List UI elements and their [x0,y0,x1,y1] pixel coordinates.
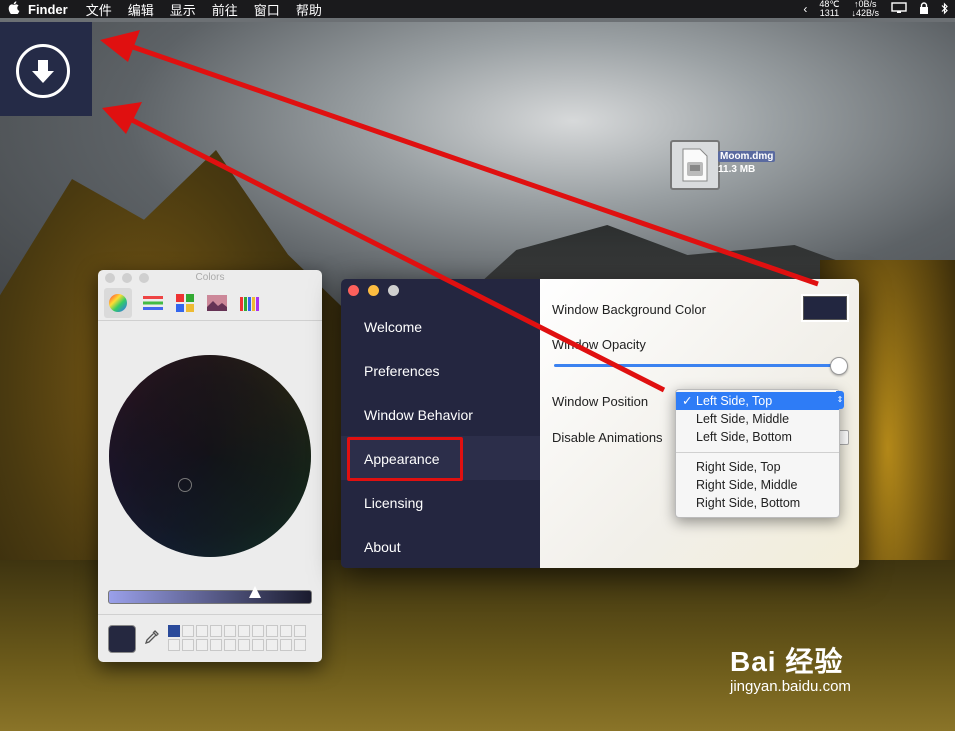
swatch-cell[interactable] [280,625,292,637]
menu-window[interactable]: 窗口 [254,0,280,19]
swatch-cell[interactable] [196,625,208,637]
swatch-cell[interactable] [266,639,278,651]
swatch-cell[interactable] [252,639,264,651]
nav-window-behavior[interactable]: Window Behavior [364,407,473,423]
color-wheel[interactable] [109,355,311,557]
swatch-cell[interactable] [168,625,180,637]
eyedropper-icon[interactable] [144,629,160,648]
apple-menu-icon[interactable] [0,1,28,17]
dmg-file-icon[interactable] [670,140,720,190]
position-label: Window Position [552,394,649,409]
colors-title: Colors [195,272,225,283]
swatch-cell[interactable] [210,625,222,637]
color-sliders-tab[interactable] [142,292,164,314]
swatch-cell[interactable] [280,639,292,651]
menu-app-name[interactable]: Finder [28,2,68,17]
brightness-slider-knob[interactable] [249,586,261,598]
position-option-left-middle[interactable]: Left Side, Middle [676,410,839,428]
dropdown-stepper-icon[interactable]: ⇕ [836,391,844,409]
colors-panel: Colors [98,270,322,662]
swatch-cell[interactable] [294,625,306,637]
file-name: Moom.dmg [718,151,776,162]
pencils-tab[interactable] [238,292,260,314]
chevron-left-icon[interactable]: ‹ [803,2,807,16]
download-rate: ↓42B/s [851,8,879,18]
display-icon[interactable] [891,2,907,16]
position-option-left-bottom[interactable]: Left Side, Bottom [676,428,839,446]
brightness-slider[interactable] [108,586,312,604]
file-size: 11.3 MB [718,164,756,175]
bg-color-well[interactable] [801,294,849,322]
nav-licensing[interactable]: Licensing [364,495,423,511]
custom-swatch-grid[interactable] [168,625,306,651]
menu-go[interactable]: 前往 [212,0,238,19]
colors-bottom-bar [98,614,322,662]
rpm-value: 1311 [819,8,840,18]
opacity-slider-track[interactable] [554,364,840,367]
network-monitor[interactable]: ↑0B/s ↓42B/s [851,0,879,18]
animations-label: Disable Animations [552,430,663,445]
swatch-cell[interactable] [266,625,278,637]
menu-status-area: ‹ 48℃ 1311 ↑0B/s ↓42B/s [803,0,949,18]
image-palettes-tab[interactable] [206,292,228,314]
baidu-watermark: Bai 经验 jingyan.baidu.com [730,640,851,695]
lock-icon[interactable] [919,2,929,16]
swatch-cell[interactable] [182,639,194,651]
menu-edit[interactable]: 编辑 [128,0,154,19]
swatch-cell[interactable] [294,639,306,651]
position-option-left-top[interactable]: ✓ Left Side, Top [676,392,839,410]
nav-preferences[interactable]: Preferences [364,363,439,379]
opacity-label: Window Opacity [552,337,646,352]
swatch-cell[interactable] [224,625,236,637]
annotation-highlight-box [347,437,463,481]
nav-about[interactable]: About [364,539,401,555]
swatch-cell[interactable] [182,625,194,637]
bluetooth-icon[interactable] [941,2,949,17]
window-position-dropdown[interactable]: ✓ Left Side, Top Left Side, Middle Left … [675,389,840,518]
position-option-right-middle[interactable]: Right Side, Middle [676,476,839,494]
opacity-slider-thumb[interactable] [830,357,848,375]
swatch-cell[interactable] [224,639,236,651]
swatch-cell[interactable] [168,639,180,651]
swatch-cell[interactable] [252,625,264,637]
download-arrow-icon [16,44,70,98]
temp-monitor[interactable]: 48℃ 1311 [819,0,839,18]
menu-bar: Finder 文件 编辑 显示 前往 窗口 帮助 ‹ 48℃ 1311 ↑0B/… [0,0,955,18]
menu-view[interactable]: 显示 [170,0,196,19]
zoom-button[interactable] [388,285,399,296]
prefs-sidebar: Welcome Preferences Window Behavior Appe… [341,279,540,568]
menu-help[interactable]: 帮助 [296,0,322,19]
checkmark-icon: ✓ [682,394,693,408]
swatch-cell[interactable] [238,639,250,651]
moom-dock-widget[interactable] [0,22,92,116]
bg-color-label: Window Background Color [552,302,706,317]
color-palettes-tab[interactable] [174,292,196,314]
option-label: Left Side, Top [696,394,773,408]
swatch-cell[interactable] [196,639,208,651]
swatch-cell[interactable] [238,625,250,637]
watermark-url: jingyan.baidu.com [730,678,851,695]
swatch-cell[interactable] [210,639,222,651]
dropdown-separator [676,452,839,453]
dmg-file-label[interactable]: Moom.dmg 11.3 MB [718,151,776,175]
colors-toolbar [98,286,322,321]
position-option-right-top[interactable]: Right Side, Top [676,458,839,476]
nav-welcome[interactable]: Welcome [364,319,422,335]
color-picker-crosshair[interactable] [178,478,192,492]
color-wheel-tab[interactable] [104,288,132,318]
colors-titlebar[interactable]: Colors [98,270,322,286]
current-color-swatch[interactable] [108,625,136,653]
watermark-brand: Bai 经验 [730,646,844,677]
minimize-button[interactable] [368,285,379,296]
close-button[interactable] [348,285,359,296]
position-option-right-bottom[interactable]: Right Side, Bottom [676,494,839,512]
menu-file[interactable]: 文件 [86,0,112,19]
